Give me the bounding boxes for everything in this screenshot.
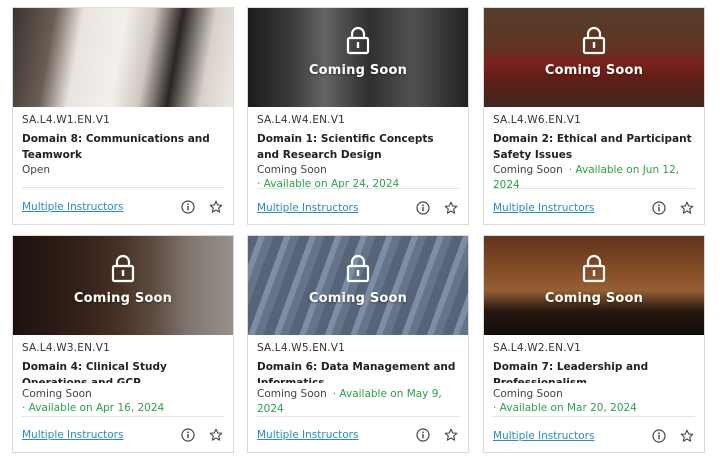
card-footer: Multiple Instructors (22, 200, 223, 214)
multiple-instructors-link[interactable]: Multiple Instructors (257, 202, 402, 214)
card-divider (22, 187, 224, 188)
info-icon[interactable] (181, 428, 195, 442)
star-icon[interactable] (444, 201, 458, 215)
info-icon[interactable] (181, 200, 195, 214)
locked-overlay: Coming Soon (484, 236, 704, 335)
star-icon[interactable] (680, 201, 694, 215)
coming-soon-overlay-label: Coming Soon (544, 63, 644, 78)
info-icon[interactable] (416, 201, 430, 215)
course-code: SA.L4.W5.EN.V1 (257, 342, 345, 354)
coming-soon-overlay-label: Coming Soon (73, 291, 173, 306)
availability-date: · Available on Mar 20, 2024 (493, 402, 637, 414)
course-code: SA.L4.W2.EN.V1 (493, 342, 581, 354)
lock-icon (346, 254, 370, 283)
course-thumbnail[interactable]: Coming Soon (484, 236, 704, 335)
course-card-domain-1[interactable]: Coming Soon SA.L4.W4.EN.V1 Domain 1: Sci… (247, 7, 469, 225)
star-icon[interactable] (209, 428, 223, 442)
course-thumbnail[interactable] (13, 8, 233, 107)
multiple-instructors-link[interactable]: Multiple Instructors (493, 202, 638, 214)
availability-date: · Available on Apr 24, 2024 (257, 178, 400, 190)
course-title[interactable]: Domain 7: Leadership and Professionalism (493, 359, 695, 383)
info-icon[interactable] (652, 201, 666, 215)
card-divider (257, 188, 459, 189)
lock-icon (346, 26, 370, 55)
card-footer: Multiple Instructors (493, 201, 694, 215)
course-title[interactable]: Domain 6: Data Management and Informatic… (257, 359, 459, 383)
card-footer: Multiple Instructors (22, 428, 223, 442)
coming-soon-overlay-label: Coming Soon (544, 291, 644, 306)
star-icon[interactable] (444, 428, 458, 442)
course-thumbnail[interactable]: Coming Soon (248, 236, 468, 335)
star-icon[interactable] (209, 200, 223, 214)
course-thumbnail[interactable]: Coming Soon (248, 8, 468, 107)
lock-icon (582, 254, 606, 283)
card-divider (493, 416, 695, 417)
course-card-domain-6[interactable]: Coming Soon SA.L4.W5.EN.V1 Domain 6: Dat… (247, 235, 469, 453)
coming-soon-overlay-label: Coming Soon (308, 291, 408, 306)
thumbnail-image-people-at-desk (13, 8, 233, 107)
course-status: Open (22, 163, 224, 178)
card-divider (257, 416, 459, 417)
status-text: Coming Soon (22, 388, 92, 400)
card-divider (22, 416, 224, 417)
availability-date: · Available on Apr 16, 2024 (22, 402, 165, 414)
course-code: SA.L4.W3.EN.V1 (22, 342, 110, 354)
course-card-domain-7[interactable]: Coming Soon SA.L4.W2.EN.V1 Domain 7: Lea… (483, 235, 705, 453)
course-status: Coming Soon · Available on Apr 24, 2024 (257, 163, 459, 191)
course-title[interactable]: Domain 2: Ethical and Participant Safety… (493, 131, 695, 163)
course-status: Coming Soon · Available on Mar 20, 2024 (493, 387, 695, 415)
multiple-instructors-link[interactable]: Multiple Instructors (493, 430, 638, 442)
course-title[interactable]: Domain 1: Scientific Concepts and Resear… (257, 131, 459, 163)
course-title[interactable]: Domain 8: Communications and Teamwork (22, 131, 224, 163)
card-divider (493, 188, 695, 189)
course-status: Coming Soon · Available on May 9, 2024 (257, 387, 459, 417)
course-code: SA.L4.W6.EN.V1 (493, 114, 581, 126)
course-title[interactable]: Domain 4: Clinical Study Operations and … (22, 359, 224, 383)
card-footer: Multiple Instructors (493, 429, 694, 443)
info-icon[interactable] (652, 429, 666, 443)
star-icon[interactable] (680, 429, 694, 443)
locked-overlay: Coming Soon (248, 236, 468, 335)
multiple-instructors-link[interactable]: Multiple Instructors (257, 429, 402, 441)
locked-overlay: Coming Soon (484, 8, 704, 107)
multiple-instructors-link[interactable]: Multiple Instructors (22, 429, 167, 441)
locked-overlay: Coming Soon (13, 236, 233, 335)
course-card-domain-2[interactable]: Coming Soon SA.L4.W6.EN.V1 Domain 2: Eth… (483, 7, 705, 225)
locked-overlay: Coming Soon (248, 8, 468, 107)
status-text: Coming Soon (257, 164, 327, 176)
status-text: Coming Soon (257, 388, 327, 400)
course-status: Coming Soon · Available on Apr 16, 2024 (22, 387, 224, 415)
course-card-domain-4[interactable]: Coming Soon SA.L4.W3.EN.V1 Domain 4: Cli… (12, 235, 234, 453)
lock-icon (582, 26, 606, 55)
multiple-instructors-link[interactable]: Multiple Instructors (22, 201, 167, 213)
info-icon[interactable] (416, 428, 430, 442)
lock-icon (111, 254, 135, 283)
course-code: SA.L4.W4.EN.V1 (257, 114, 345, 126)
card-footer: Multiple Instructors (257, 201, 458, 215)
status-text: Open (22, 164, 51, 176)
coming-soon-overlay-label: Coming Soon (308, 63, 408, 78)
course-thumbnail[interactable]: Coming Soon (13, 236, 233, 335)
course-thumbnail[interactable]: Coming Soon (484, 8, 704, 107)
course-card-domain-8[interactable]: SA.L4.W1.EN.V1 Domain 8: Communications … (12, 7, 234, 225)
course-code: SA.L4.W1.EN.V1 (22, 114, 110, 126)
status-text: Coming Soon (493, 388, 563, 400)
card-footer: Multiple Instructors (257, 428, 458, 442)
status-text: Coming Soon (493, 164, 563, 176)
